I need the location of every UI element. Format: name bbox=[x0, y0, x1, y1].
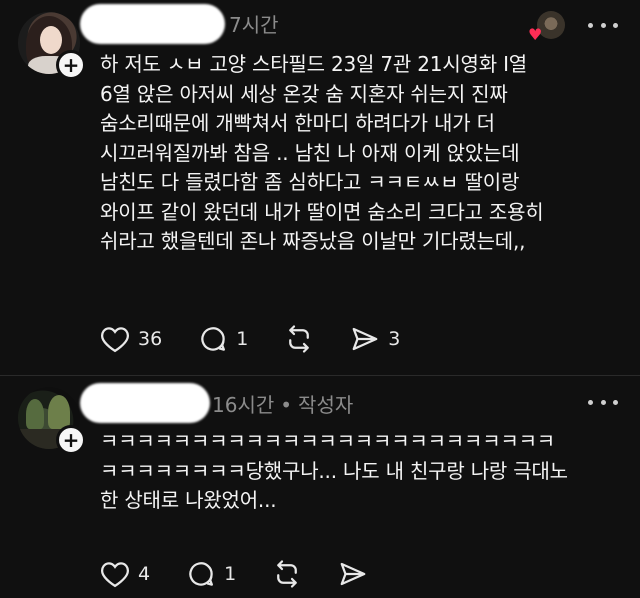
reply-icon bbox=[189, 562, 214, 586]
liked-by-heart-icon: ♥ bbox=[528, 25, 543, 44]
comment-meta: 7시간 bbox=[229, 9, 279, 38]
author-avatar[interactable]: + bbox=[18, 12, 86, 80]
like-count: 36 bbox=[138, 328, 163, 350]
follow-plus-icon[interactable]: + bbox=[56, 50, 86, 80]
like-button[interactable]: 36 bbox=[100, 325, 162, 353]
blurred-username bbox=[80, 4, 225, 44]
like-button[interactable]: 4 bbox=[100, 560, 150, 588]
timestamp: 16시간 bbox=[212, 393, 275, 417]
share-button[interactable]: 3 bbox=[350, 325, 400, 353]
timestamp: 7시간 bbox=[229, 13, 279, 37]
reply-icon bbox=[201, 327, 226, 351]
send-icon bbox=[340, 562, 366, 586]
comment-1: + 7시간 ♥ 하 저도 ㅅㅂ 고양 스타필드 23일 7관 21시영화 I열 … bbox=[0, 0, 640, 375]
comment-2: + 16시간 • 작성자 ㅋㅋㅋㅋㅋㅋㅋㅋㅋㅋㅋㅋㅋㅋㅋㅋㅋㅋㅋㅋㅋㅋㅋㅋㅋ ㅋㅋㅋ… bbox=[0, 377, 640, 598]
share-button[interactable] bbox=[338, 560, 368, 588]
heart-icon bbox=[101, 327, 129, 353]
comment-text: 하 저도 ㅅㅂ 고양 스타필드 23일 7관 21시영화 I열 6열 앉은 아저… bbox=[100, 52, 544, 253]
blurred-username bbox=[80, 383, 210, 423]
send-icon bbox=[352, 327, 378, 351]
action-bar: 4 1 bbox=[100, 559, 404, 589]
author-avatar[interactable]: + bbox=[18, 387, 86, 455]
comment-meta: 16시간 • 작성자 bbox=[212, 389, 353, 418]
repost-button[interactable] bbox=[272, 559, 302, 589]
separator-dot: • bbox=[280, 393, 293, 417]
reply-count: 1 bbox=[224, 563, 237, 585]
action-bar: 36 1 3 bbox=[100, 324, 436, 354]
comment-text: ㅋㅋㅋㅋㅋㅋㅋㅋㅋㅋㅋㅋㅋㅋㅋㅋㅋㅋㅋㅋㅋㅋㅋㅋㅋ ㅋㅋㅋㅋㅋㅋㅋㅋ당했구나..… bbox=[100, 429, 568, 512]
heart-icon bbox=[101, 562, 129, 588]
repost-icon bbox=[289, 325, 310, 353]
divider bbox=[0, 375, 640, 376]
like-count: 4 bbox=[138, 563, 151, 585]
reply-count: 1 bbox=[236, 328, 249, 350]
more-options-icon[interactable] bbox=[588, 397, 618, 407]
more-options-icon[interactable] bbox=[588, 20, 618, 30]
repost-icon bbox=[277, 560, 298, 588]
share-count: 3 bbox=[388, 328, 401, 350]
author-badge: 작성자 bbox=[298, 393, 354, 417]
follow-plus-icon[interactable]: + bbox=[56, 425, 86, 455]
reply-button[interactable]: 1 bbox=[186, 559, 236, 589]
reply-button[interactable]: 1 bbox=[198, 324, 248, 354]
repost-button[interactable] bbox=[284, 324, 314, 354]
